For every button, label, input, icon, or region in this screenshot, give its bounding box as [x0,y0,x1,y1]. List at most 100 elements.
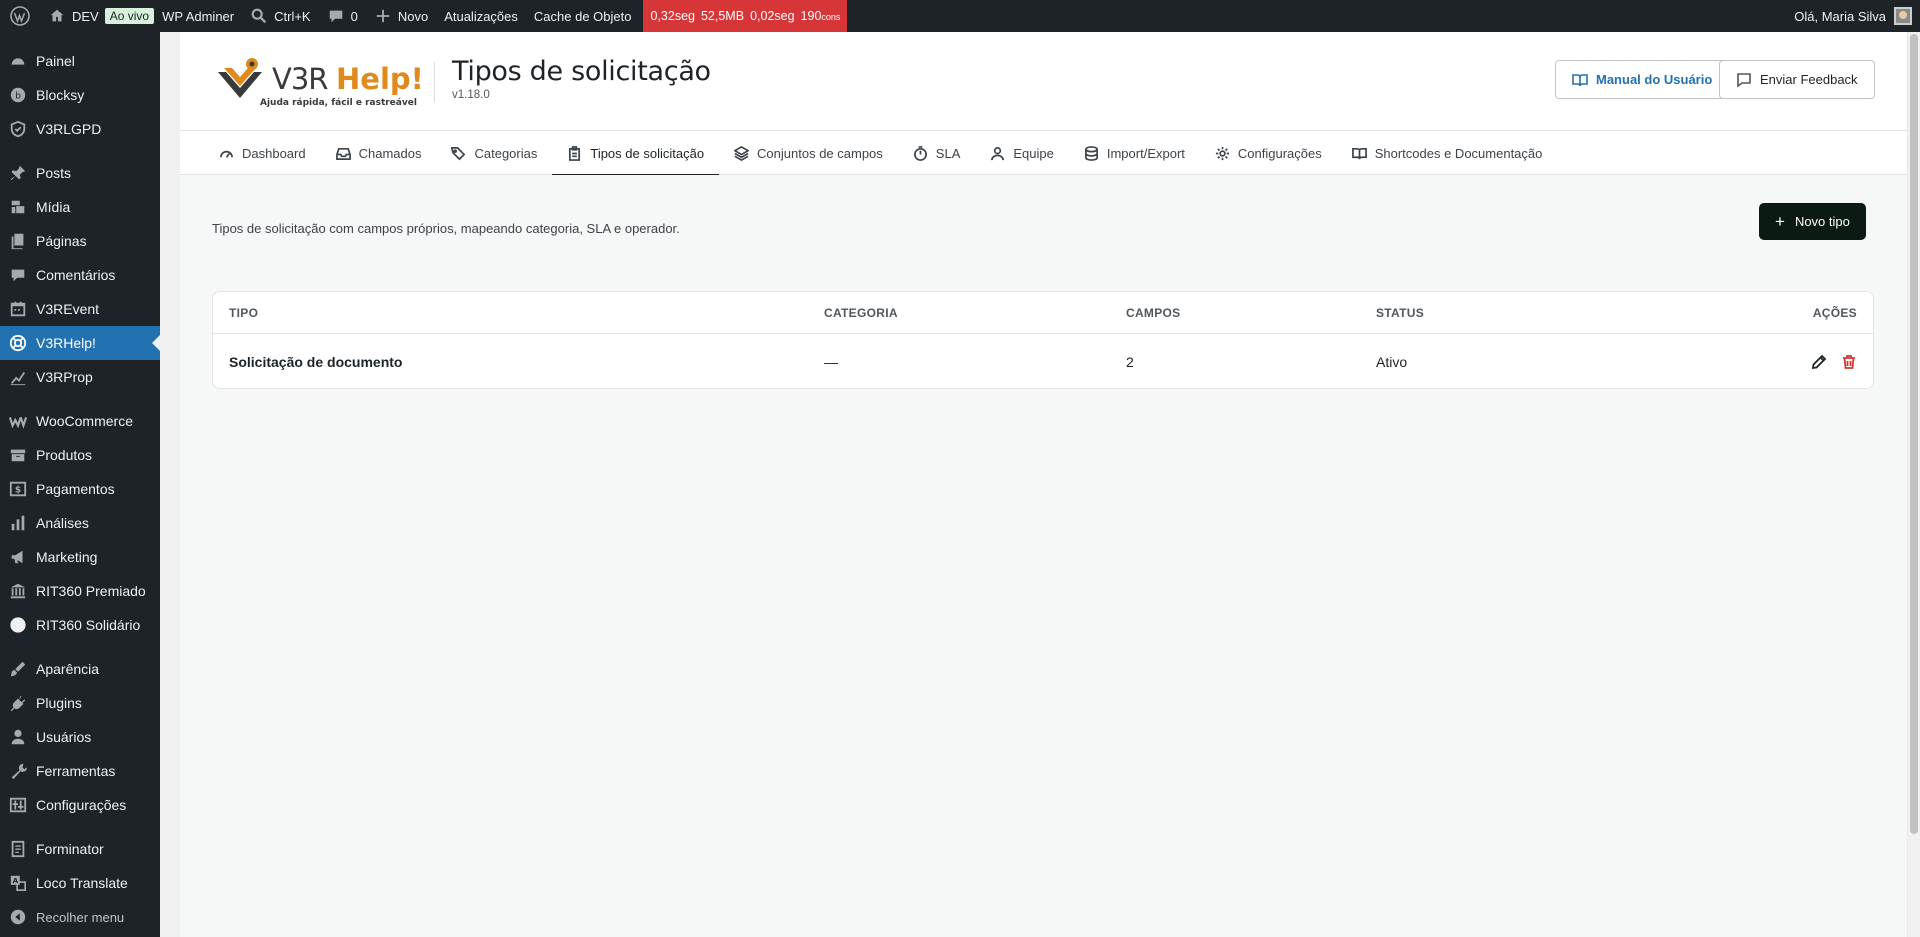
form-icon [8,839,28,859]
timer-icon [913,145,927,161]
home-icon [50,9,64,22]
new-type-button[interactable]: + Novo tipo [1759,203,1866,240]
comment-icon [8,265,28,285]
live-badge: Ao vivo [104,8,155,24]
page-description: Tipos de solicitação com campos próprios… [212,221,680,236]
sidebar-item-posts[interactable]: Posts [0,156,160,190]
row-actions [1811,354,1857,370]
sidebar-item-v3revent[interactable]: V3REvent [0,292,160,326]
sidebar-item-rit360-premiado[interactable]: RIT360 Premiado [0,574,160,608]
sidebar-item-blocksy[interactable]: b Blocksy [0,78,160,112]
building-icon [8,581,28,601]
comments-link[interactable]: 0 [319,0,366,32]
plugin-page: V3R Help! Ajuda rápida, fácil e rastreáv… [180,32,1907,937]
sidebar-item-plugins[interactable]: Plugins [0,686,160,720]
inbox-icon [335,147,351,160]
send-feedback-button[interactable]: Enviar Feedback [1719,60,1875,99]
sidebar-item-analises[interactable]: Análises [0,506,160,540]
page-scrollbar[interactable] [1907,32,1920,937]
cell-categoria: — [824,353,838,370]
search-icon [251,8,267,24]
book-open-icon [1572,73,1588,86]
tab-chamados[interactable]: Chamados [321,131,437,175]
tab-sla[interactable]: SLA [898,131,976,175]
user-manual-button[interactable]: Manual do Usuário [1555,60,1730,99]
svg-text:A: A [13,876,19,885]
plugin-version: v1.18.0 [452,89,490,101]
delete-trash-icon[interactable] [1841,354,1857,370]
plus-icon [376,9,390,23]
edit-pencil-icon[interactable] [1811,354,1827,370]
tab-conjuntos-de-campos[interactable]: Conjuntos de campos [719,131,898,175]
perf-queries: 190cons [800,9,841,23]
sidebar-item-marketing[interactable]: Marketing [0,540,160,574]
sidebar-item-midia[interactable]: Mídia [0,190,160,224]
sidebar-item-ferramentas[interactable]: Ferramentas [0,754,160,788]
new-content-menu[interactable]: Novo [366,0,436,32]
query-monitor-bar[interactable]: 0,32seg 52,5MB 0,02seg 190cons [643,0,848,32]
search-shortcut-label: Ctrl+K [274,8,311,24]
tab-shortcodes-e-documentacao[interactable]: Shortcodes e Documentação [1337,131,1558,175]
money-icon: $ [8,479,28,499]
column-header-acoes: AÇÕES [1812,305,1857,320]
collapse-menu-button[interactable]: Recolher menu [0,900,160,934]
sidebar-item-paginas[interactable]: Páginas [0,224,160,258]
wordpress-logo-icon[interactable] [0,0,40,32]
perf-memory: 52,5MB [700,9,745,23]
wp-adminer-link[interactable]: WP Adminer [154,0,242,32]
column-header-campos: CAMPOS [1126,305,1181,320]
translate-icon: A [8,873,28,893]
admin-sidebar: Painel b Blocksy V3RLGPD Posts Mídia Pági… [0,32,160,937]
sidebar-item-rit360-solidario[interactable]: RIT360 Solidário [0,608,160,642]
perf-time: 0,32seg [650,9,695,23]
sidebar-item-produtos[interactable]: Produtos [0,438,160,472]
search-shortcut-button[interactable]: Ctrl+K [242,0,318,32]
brush-icon [8,659,28,679]
svg-text:b: b [15,92,21,102]
plus-icon: + [1775,212,1785,231]
sidebar-item-pagamentos[interactable]: $ Pagamentos [0,472,160,506]
tab-equipe[interactable]: Equipe [975,131,1068,175]
sidebar-item-aparencia[interactable]: Aparência [0,652,160,686]
tab-tipos-de-solicitacao[interactable]: Tipos de solicitação [552,131,719,176]
tab-import-export[interactable]: Import/Export [1069,131,1200,175]
request-types-table: TIPO CATEGORIA CAMPOS STATUS AÇÕES Solic… [212,291,1874,389]
object-cache-link[interactable]: Cache de Objeto [526,0,640,32]
megaphone-icon [8,547,28,567]
sidebar-item-v3rhelp[interactable]: V3RHelp! [0,326,160,360]
column-header-tipo: TIPO [229,305,259,320]
main-area: Tipos de solicitação com campos próprios… [180,175,1907,937]
sidebar-item-v3rlgpd[interactable]: V3RLGPD [0,112,160,146]
message-square-icon [1737,72,1751,88]
sidebar-item-painel[interactable]: Painel [0,44,160,78]
bar-chart-icon [8,513,28,533]
admin-bar: DEV Ao vivo WP Adminer Ctrl+K 0 Novo Atu… [0,0,1920,32]
scrollbar-thumb[interactable] [1910,34,1918,834]
sidebar-item-usuarios[interactable]: Usuários [0,720,160,754]
sidebar-item-loco-translate[interactable]: A Loco Translate [0,866,160,900]
sidebar-item-forminator[interactable]: Forminator [0,832,160,866]
perf-query-time: 0,02seg [750,9,795,23]
site-name-link[interactable]: DEV [40,0,107,32]
blocksy-icon: b [8,85,28,105]
clipboard-icon [569,145,581,161]
table-row: Solicitação de documento — 2 Ativo [213,334,1873,388]
book-open-icon [1351,147,1367,159]
sidebar-item-v3rprop[interactable]: V3RProp [0,360,160,394]
user-icon [8,727,28,747]
cell-status: Ativo [1376,353,1408,370]
woo-icon [8,411,28,431]
site-name: DEV [72,8,99,24]
updates-link[interactable]: Atualizações [436,0,526,32]
tab-dashboard[interactable]: Dashboard [204,131,321,175]
sidebar-item-configuracoes[interactable]: Configurações [0,788,160,822]
cell-campos: 2 [1126,353,1134,370]
sidebar-item-woocommerce[interactable]: WooCommerce [0,404,160,438]
tab-configuracoes[interactable]: Configurações [1200,131,1337,175]
tab-categorias[interactable]: Categorias [436,131,552,175]
plugin-header: V3R Help! Ajuda rápida, fácil e rastreáv… [180,32,1907,130]
sidebar-item-comentarios[interactable]: Comentários [0,258,160,292]
user-account-menu[interactable]: Olá, Maria Silva [1794,7,1920,25]
gear-icon [1215,146,1229,160]
column-header-status: STATUS [1376,305,1425,320]
